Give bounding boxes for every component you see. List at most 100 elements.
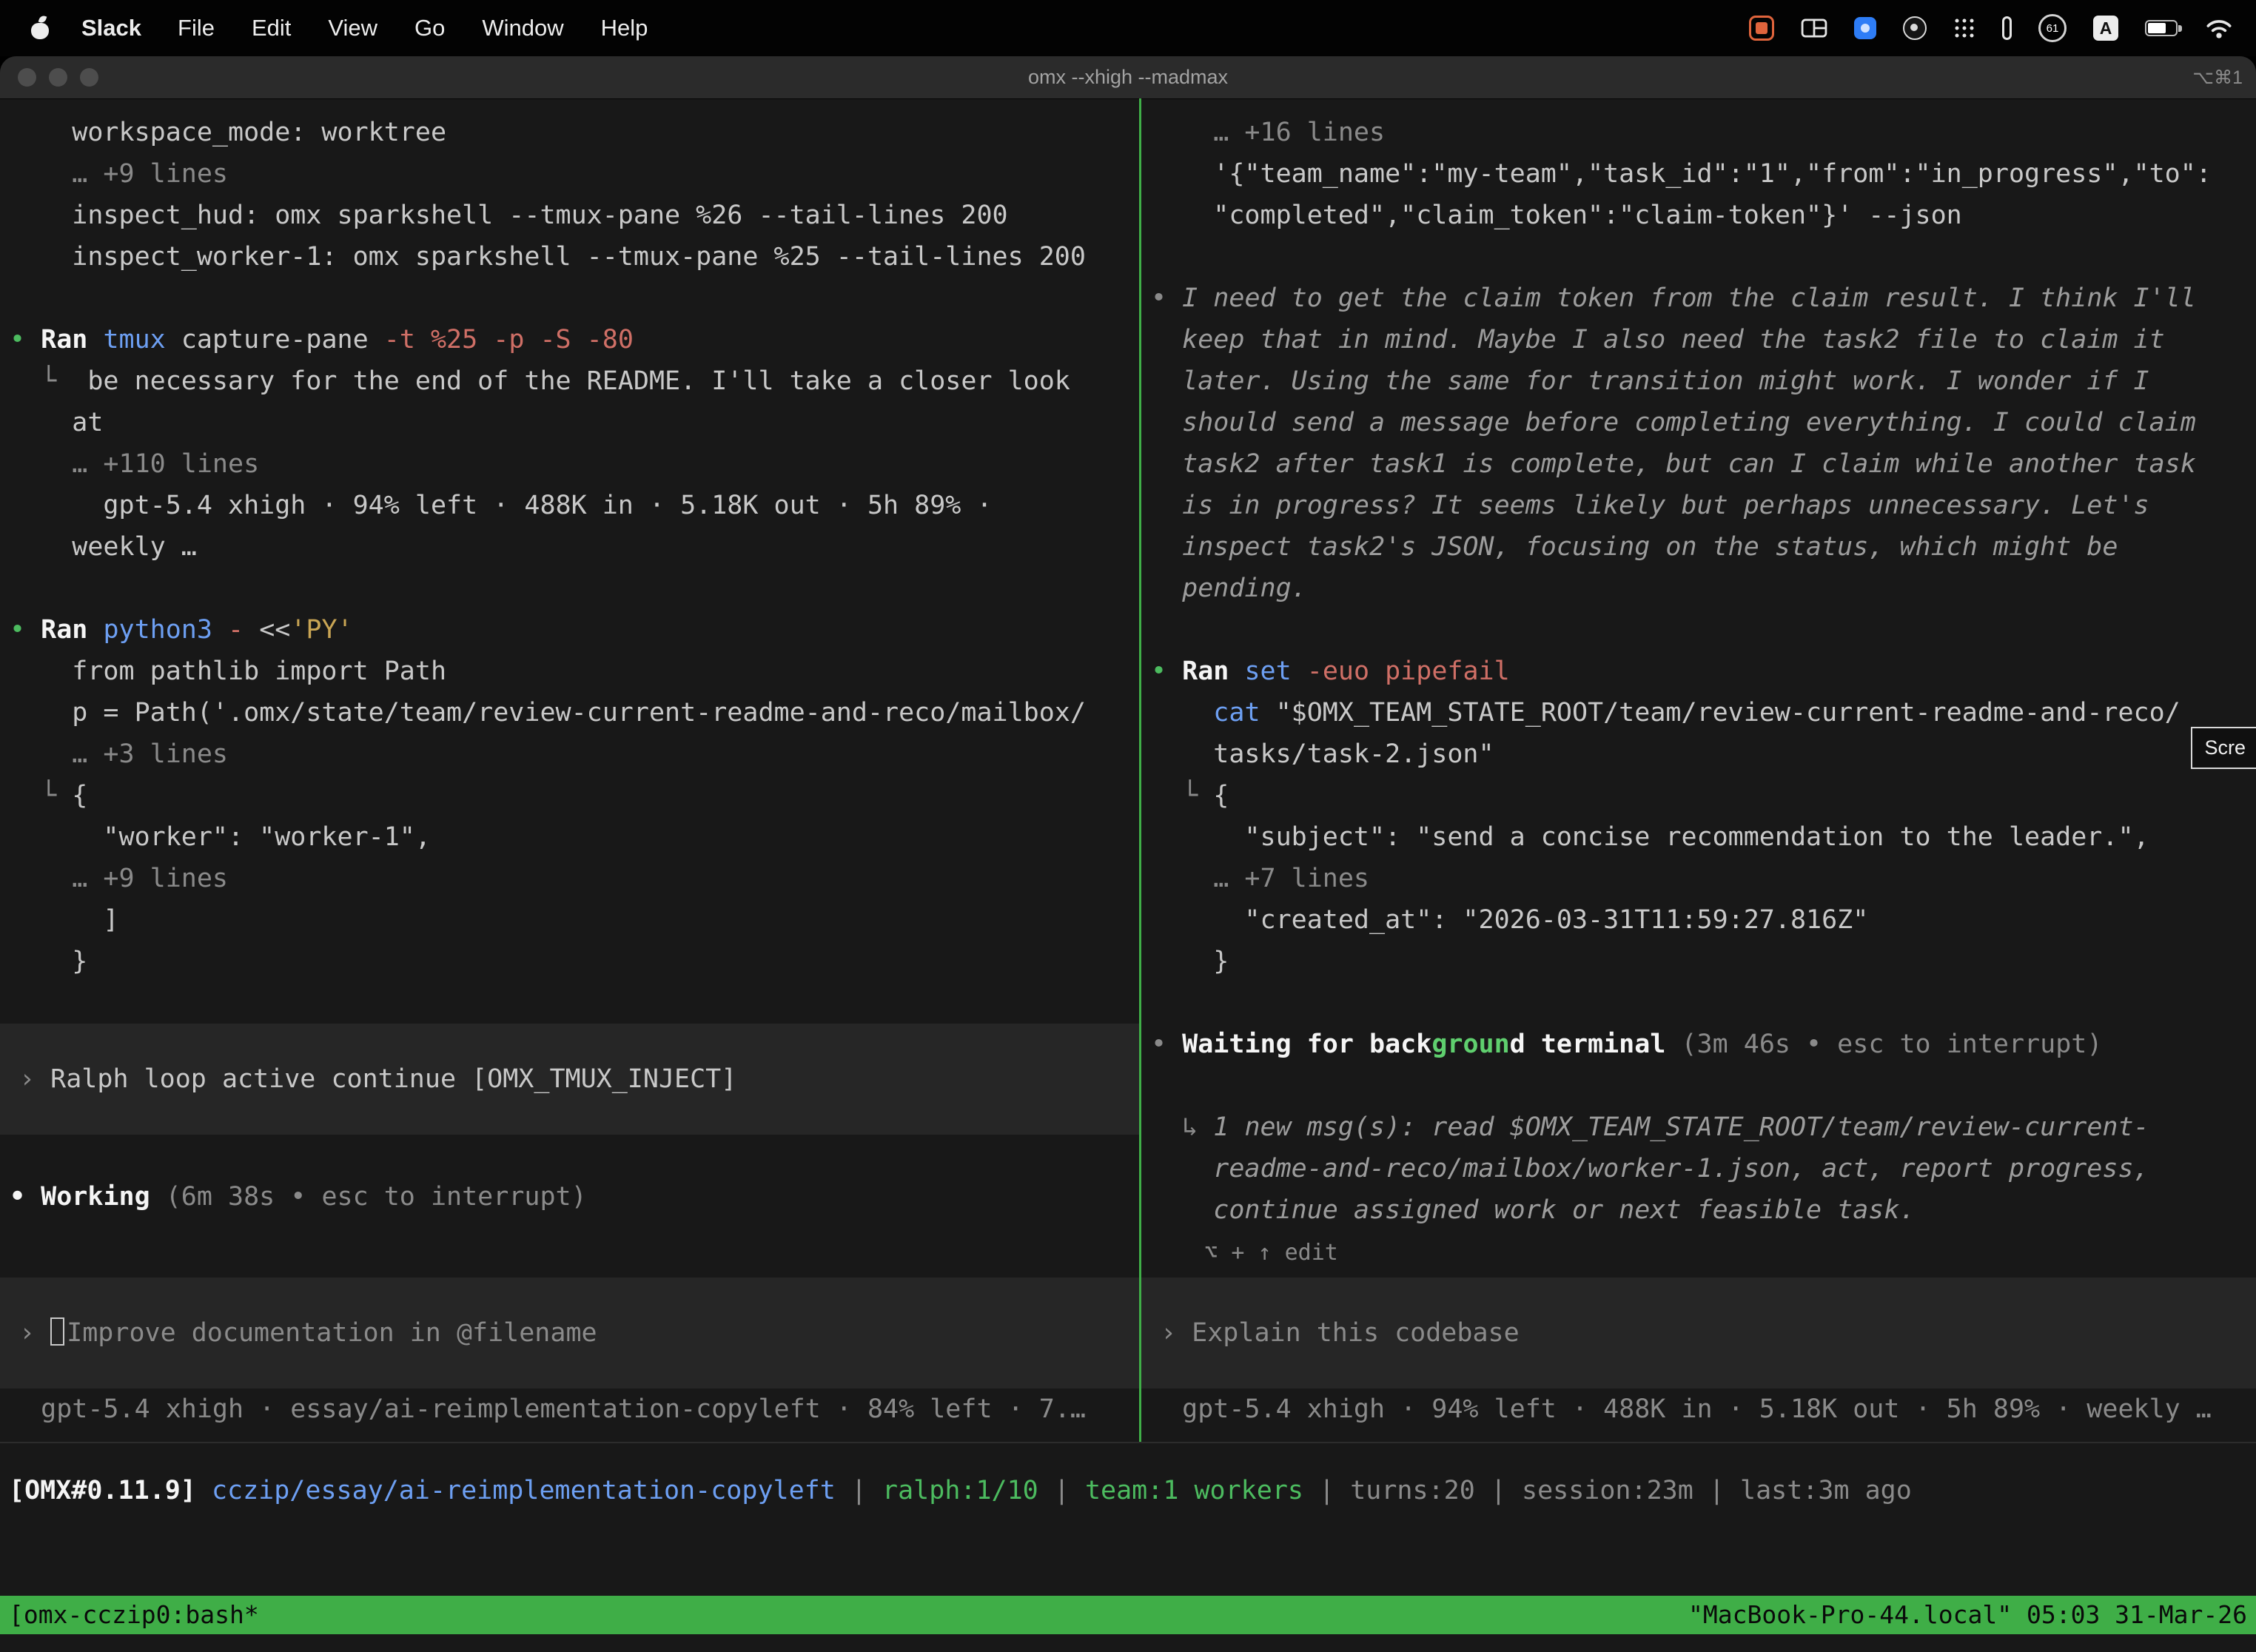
terminal-line: inspect_hud: omx sparkshell --tmux-pane … [10, 195, 1139, 236]
terminal-line [10, 568, 1139, 609]
screen-recording-icon[interactable] [1749, 16, 1774, 41]
terminal-line: "completed","claim_token":"claim-token"}… [1151, 195, 2256, 236]
left-terminal-pane[interactable]: workspace_mode: worktree … +9 lines insp… [0, 98, 1139, 1442]
prompt-suggestion[interactable]: › Explain this codebase [1141, 1277, 2256, 1389]
terminal-line: … +7 lines [1151, 858, 2256, 899]
tmux-host-clock-label: "MacBook-Pro-44.local" 05:03 31-Mar-26 [1688, 1596, 2247, 1634]
terminal-line: … +3 lines [10, 733, 1139, 775]
terminal-line: p = Path('.omx/state/team/review-current… [10, 692, 1139, 733]
battery-percent-circle-icon[interactable]: 61 [2038, 14, 2067, 42]
terminal-line: task2 after task1 is complete, but can I… [1151, 443, 2256, 485]
omx-status-line: [OMX#0.11.9] cczip/essay/ai-reimplementa… [9, 1470, 1912, 1511]
menu-file[interactable]: File [159, 15, 233, 41]
pill-icon[interactable] [2002, 16, 2012, 40]
wifi-icon[interactable] [2204, 17, 2234, 39]
terminal-line: • Ran set -euo pipefail [1151, 651, 2256, 692]
apple-logo-icon [31, 17, 49, 39]
dark-circle-app-icon[interactable] [1903, 16, 1927, 40]
terminal-line: • Ran python3 - <<'PY' [10, 609, 1139, 651]
battery-icon[interactable] [2145, 20, 2178, 36]
terminal-line: "created_at": "2026-03-31T11:59:27.816Z" [1151, 899, 2256, 941]
terminal-line [10, 1218, 1139, 1259]
terminal-line: └ { [10, 775, 1139, 816]
ralph-loop-banner[interactable]: › Ralph loop active continue [OMX_TMUX_I… [0, 1024, 1139, 1135]
terminal-line [10, 982, 1139, 1024]
menu-bar-menus: FileEditViewGoWindowHelp [159, 15, 666, 41]
input-source-label: A [2100, 19, 2112, 38]
terminal-line: readme-and-reco/mailbox/worker-1.json, a… [1151, 1148, 2256, 1189]
battery-percent-value: 61 [2047, 22, 2059, 35]
terminal-line: ⌥ + ↑ edit [1151, 1231, 2256, 1272]
terminal-line: cat "$OMX_TEAM_STATE_ROOT/team/review-cu… [1151, 692, 2256, 733]
prompt-input[interactable]: › Improve documentation in @filename [0, 1277, 1139, 1389]
close-button[interactable] [18, 68, 36, 87]
menu-bar-status-icons: 61 A [1749, 14, 2240, 42]
text-cursor [50, 1317, 64, 1346]
terminal-line: continue assigned work or next feasible … [1151, 1189, 2256, 1231]
window-tiling-icon[interactable] [1801, 18, 1827, 38]
minimize-button[interactable] [49, 68, 67, 87]
tmux-session-label: [omx-cczip0:bash* [9, 1596, 259, 1634]
terminal-line [10, 278, 1139, 319]
window-title-bar[interactable]: omx --xhigh --madmax ⌥⌘1 [0, 56, 2256, 99]
terminal-line: later. Using the same for transition mig… [1151, 360, 2256, 402]
tmux-status-bar: [omx-cczip0:bash* "MacBook-Pro-44.local"… [0, 1596, 2256, 1634]
terminal-window: omx --xhigh --madmax ⌥⌘1 workspace_mode:… [0, 56, 2256, 1652]
terminal-line: } [1151, 941, 2256, 982]
terminal-line: weekly … [10, 526, 1139, 568]
menu-go[interactable]: Go [396, 15, 463, 41]
terminal-line: '{"team_name":"my-team","task_id":"1","f… [1151, 153, 2256, 195]
terminal-line: gpt-5.4 xhigh · 94% left · 488K in · 5.1… [1151, 1389, 2256, 1430]
screen-tooltip-overlay: Scre [2191, 727, 2256, 769]
terminal-line: ] [10, 899, 1139, 941]
blue-app-icon[interactable] [1854, 17, 1876, 39]
terminal-line: • Working (6m 38s • esc to interrupt) [10, 1176, 1139, 1218]
terminal-line: └ be necessary for the end of the README… [10, 360, 1139, 402]
terminal-line: should send a message before completing … [1151, 402, 2256, 443]
terminal-line: • Ran tmux capture-pane -t %25 -p -S -80 [10, 319, 1139, 360]
menu-bar-left: Slack FileEditViewGoWindowHelp [16, 15, 666, 41]
terminal-line [1151, 982, 2256, 1024]
terminal-line: workspace_mode: worktree [10, 112, 1139, 153]
terminal-line: └ { [1151, 775, 2256, 816]
terminal-line: … +16 lines [1151, 112, 2256, 153]
window-title: omx --xhigh --madmax [1028, 66, 1228, 89]
window-shortcut-hint: ⌥⌘1 [2192, 67, 2243, 89]
menu-help[interactable]: Help [583, 15, 667, 41]
terminal-line: ↳ 1 new msg(s): read $OMX_TEAM_STATE_ROO… [1151, 1107, 2256, 1148]
zoom-button[interactable] [80, 68, 98, 87]
terminal-line: } [10, 941, 1139, 982]
menu-view[interactable]: View [309, 15, 396, 41]
terminal-line: keep that in mind. Maybe I also need the… [1151, 319, 2256, 360]
terminal-line: gpt-5.4 xhigh · essay/ai-reimplementatio… [10, 1389, 1139, 1430]
terminal-content: workspace_mode: worktree … +9 lines insp… [0, 98, 2256, 1443]
terminal-line: … +9 lines [10, 858, 1139, 899]
terminal-line: … +110 lines [10, 443, 1139, 485]
terminal-line: "subject": "send a concise recommendatio… [1151, 816, 2256, 858]
terminal-line: tasks/task-2.json" [1151, 733, 2256, 775]
menu-bar: Slack FileEditViewGoWindowHelp 61 A [0, 0, 2256, 56]
terminal-line: is in progress? It seems likely but perh… [1151, 485, 2256, 526]
menu-edit[interactable]: Edit [233, 15, 309, 41]
terminal-line [1151, 236, 2256, 278]
terminal-line [1151, 609, 2256, 651]
menu-window[interactable]: Window [463, 15, 582, 41]
terminal-line: pending. [1151, 568, 2256, 609]
terminal-line: gpt-5.4 xhigh · 94% left · 488K in · 5.1… [10, 485, 1139, 526]
app-menu-slack[interactable]: Slack [64, 15, 159, 41]
terminal-line: at [10, 402, 1139, 443]
terminal-line: • Waiting for background terminal (3m 46… [1151, 1024, 2256, 1065]
right-terminal-pane[interactable]: … +16 lines '{"team_name":"my-team","tas… [1141, 98, 2256, 1442]
terminal-line [10, 1135, 1139, 1176]
terminal-line: "worker": "worker-1", [10, 816, 1139, 858]
terminal-line [1151, 1065, 2256, 1107]
terminal-line: inspect_worker-1: omx sparkshell --tmux-… [10, 236, 1139, 278]
terminal-line: • I need to get the claim token from the… [1151, 278, 2256, 319]
terminal-line: … +9 lines [10, 153, 1139, 195]
terminal-line: inspect task2's JSON, focusing on the st… [1151, 526, 2256, 568]
apple-menu[interactable] [16, 17, 64, 39]
terminal-line: from pathlib import Path [10, 651, 1139, 692]
traffic-lights [18, 56, 98, 98]
input-source-icon[interactable]: A [2093, 16, 2118, 41]
dots-grid-icon[interactable] [1953, 17, 1975, 39]
